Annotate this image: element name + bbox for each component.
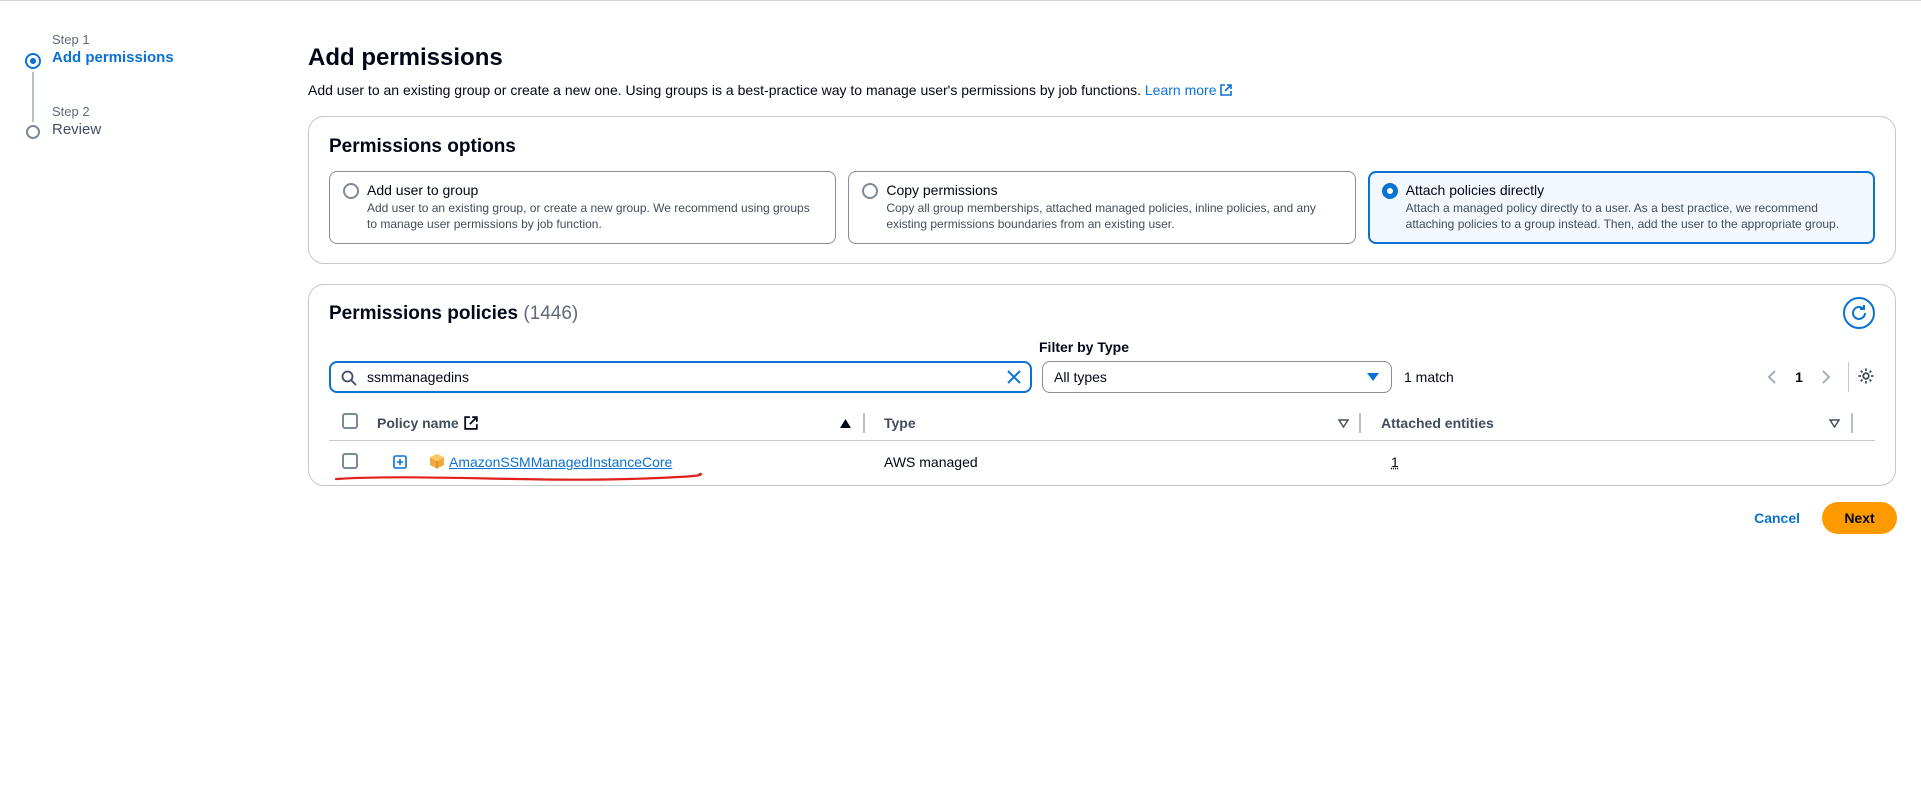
column-divider[interactable] xyxy=(1359,413,1361,433)
next-button[interactable]: Next xyxy=(1822,502,1897,534)
caret-down-icon xyxy=(1367,373,1379,381)
select-all-checkbox[interactable] xyxy=(342,413,358,429)
column-divider[interactable] xyxy=(1851,413,1853,433)
search-icon xyxy=(341,370,357,386)
permissions-policies-title: Permissions policies (1446) xyxy=(329,301,1875,327)
permissions-options-panel: Permissions options Add user to group Ad… xyxy=(308,116,1896,264)
main-content: Add permissions Add user to an existing … xyxy=(308,40,1896,486)
option-title: Copy permissions xyxy=(886,182,998,198)
previous-page-button[interactable] xyxy=(1760,370,1784,384)
aws-managed-policy-icon xyxy=(430,454,444,469)
step-2-title: Review xyxy=(52,121,102,138)
expand-row-icon[interactable] xyxy=(393,455,407,469)
external-link-icon xyxy=(463,416,478,430)
option-copy-permissions[interactable]: Copy permissions Copy all group membersh… xyxy=(848,171,1356,244)
step-1-indicator xyxy=(25,53,41,69)
option-description-line: Add user to an existing group, or create… xyxy=(367,201,810,215)
row-checkbox[interactable] xyxy=(342,453,358,469)
step-1[interactable]: Step 1 Add permissions xyxy=(24,32,244,122)
page-title: Add permissions xyxy=(308,44,503,71)
next-page-button[interactable] xyxy=(1814,370,1838,384)
option-description: Copy all group memberships, attached man… xyxy=(886,200,1342,232)
cancel-button[interactable]: Cancel xyxy=(1754,510,1800,526)
sort-icon[interactable] xyxy=(1338,419,1349,428)
policies-title-text: Permissions policies xyxy=(329,303,519,324)
column-header-attached-entities[interactable]: Attached entities xyxy=(1381,405,1494,441)
step-1-title: Add permissions xyxy=(52,49,174,66)
permissions-options-title: Permissions options xyxy=(329,136,516,157)
policy-type-cell: AWS managed xyxy=(884,454,978,470)
match-count: 1 match xyxy=(1404,369,1454,385)
policy-name-link[interactable]: AmazonSSMManagedInstanceCore xyxy=(449,454,672,470)
chevron-left-icon xyxy=(1767,370,1776,384)
column-header-label: Attached entities xyxy=(1381,415,1494,431)
option-description-line: to manage user permissions by job functi… xyxy=(367,217,602,231)
refresh-icon xyxy=(1852,305,1866,320)
option-attach-policies-directly[interactable]: Attach policies directly Attach a manage… xyxy=(1367,171,1875,244)
page-description: Add user to an existing group or create … xyxy=(308,80,1896,100)
option-description-line: attaching policies to a group instead. T… xyxy=(1405,217,1840,231)
current-page[interactable]: 1 xyxy=(1784,369,1814,385)
table-header: Policy name Type Attached entities xyxy=(329,405,1875,441)
radio-attach-policies-directly[interactable] xyxy=(1381,183,1398,199)
permissions-policies-panel: Permissions policies (1446) Filter by Ty… xyxy=(308,284,1896,486)
step-1-number: Step 1 xyxy=(52,32,90,47)
external-link-icon xyxy=(1220,84,1233,96)
filter-by-type-label: Filter by Type xyxy=(1039,339,1129,355)
radio-add-user-to-group[interactable] xyxy=(343,183,359,199)
column-header-label: Policy name xyxy=(377,415,459,431)
permissions-options-group: Add user to group Add user to an existin… xyxy=(329,171,1875,244)
policies-table: Policy name Type Attached entities Amazo… xyxy=(329,405,1875,483)
option-title: Add user to group xyxy=(367,182,479,198)
table-row[interactable]: AmazonSSMManagedInstanceCore AWS managed… xyxy=(329,441,1875,483)
step-2-number: Step 2 xyxy=(52,104,90,119)
filter-type-select[interactable]: All types xyxy=(1042,361,1392,393)
table-preferences-button[interactable] xyxy=(1857,367,1875,388)
page-description-text: Add user to an existing group or create … xyxy=(308,82,1141,98)
option-description: Add user to an existing group, or create… xyxy=(367,200,823,232)
red-underline-annotation xyxy=(334,472,703,481)
sort-icon[interactable] xyxy=(1829,419,1840,428)
radio-copy-permissions[interactable] xyxy=(862,183,879,199)
learn-more-link[interactable]: Learn more xyxy=(1145,82,1233,98)
column-header-policy-name[interactable]: Policy name xyxy=(377,405,478,441)
option-description-line: Copy all group memberships, attached man… xyxy=(886,201,1316,215)
option-description-line: existing permissions boundaries from an … xyxy=(886,217,1175,231)
column-header-type[interactable]: Type xyxy=(884,405,916,441)
gear-icon xyxy=(1858,368,1874,383)
chevron-right-icon xyxy=(1822,370,1831,384)
filter-type-value: All types xyxy=(1054,369,1107,385)
top-border xyxy=(0,0,1921,3)
column-header-label: Type xyxy=(884,415,916,431)
wizard-steps: Step 1 Add permissions Step 2 Review xyxy=(24,32,244,140)
refresh-button[interactable] xyxy=(1843,297,1875,329)
option-add-user-to-group[interactable]: Add user to group Add user to an existin… xyxy=(329,171,837,244)
policies-count: (1446) xyxy=(523,303,579,324)
step-2-indicator xyxy=(26,125,40,139)
learn-more-label: Learn more xyxy=(1144,82,1217,98)
pagination: 1 xyxy=(1760,361,1875,393)
option-description-line: Attach a managed policy directly to a us… xyxy=(1405,201,1818,215)
search-input-value: ssmmanagedins xyxy=(367,369,469,385)
clear-search-icon[interactable] xyxy=(1006,369,1022,385)
pager-divider xyxy=(1848,362,1849,392)
option-description: Attach a managed policy directly to a us… xyxy=(1406,200,1862,232)
option-title: Attach policies directly xyxy=(1405,182,1545,198)
policy-search-input[interactable]: ssmmanagedins xyxy=(329,361,1032,393)
attached-entities-cell[interactable]: 1 xyxy=(1391,441,1399,483)
step-2[interactable]: Step 2 Review xyxy=(24,104,244,140)
policies-toolbar: ssmmanagedins All types 1 match xyxy=(329,361,1454,393)
wizard-footer: Cancel Next xyxy=(1754,502,1897,534)
sort-ascending-icon[interactable] xyxy=(840,419,851,428)
column-divider[interactable] xyxy=(863,413,865,433)
